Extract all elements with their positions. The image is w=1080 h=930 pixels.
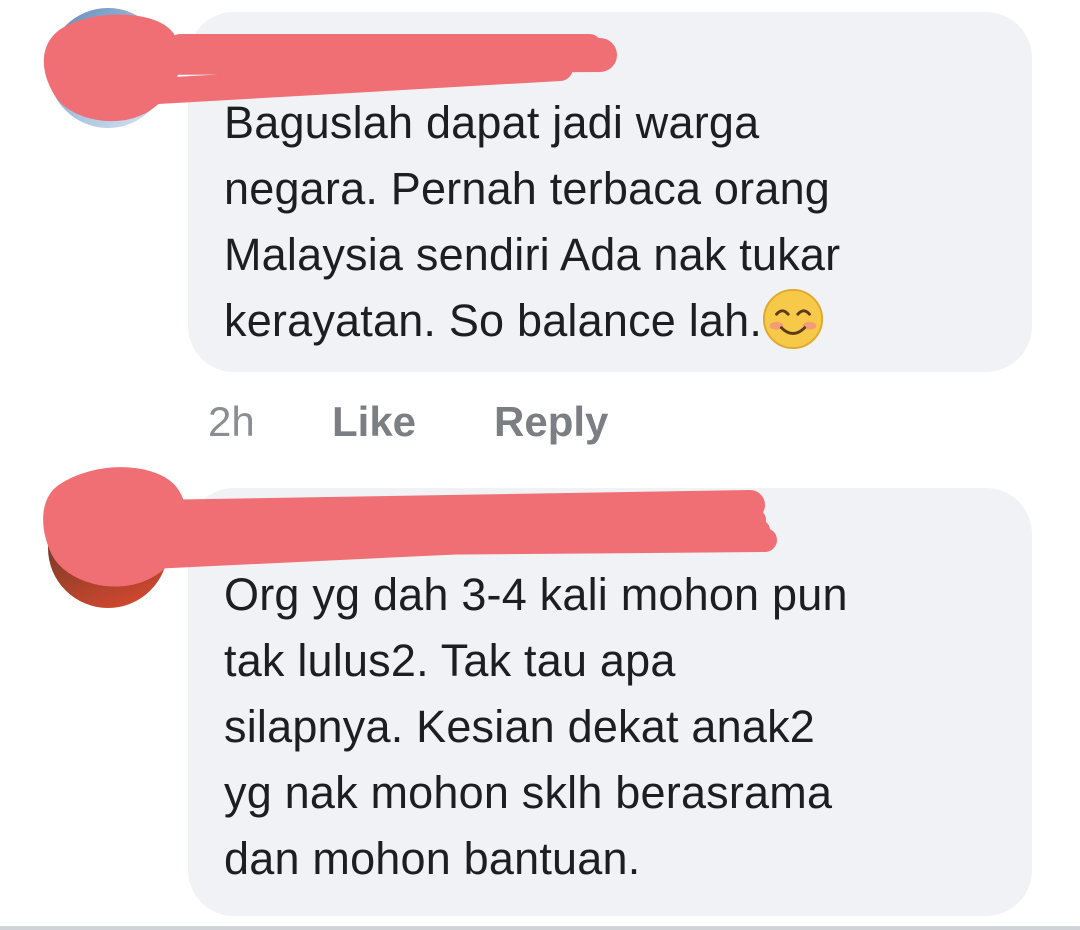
- avatar[interactable]: [48, 8, 168, 128]
- comment-bubble: Baguslah dapat jadi warga negara. Pernah…: [188, 12, 1032, 372]
- timestamp[interactable]: 2h: [208, 398, 332, 446]
- comment-bubble: Org yg dah 3-4 kali mohon pun tak lulus2…: [188, 488, 1032, 916]
- like-button[interactable]: Like: [332, 398, 494, 446]
- reply-button[interactable]: Reply: [494, 398, 608, 446]
- avatar[interactable]: [48, 488, 168, 608]
- smiling-face-icon: [763, 288, 824, 350]
- divider: [0, 926, 1080, 930]
- comment-text: Baguslah dapat jadi warga negara. Pernah…: [224, 90, 1014, 354]
- comment-body: Baguslah dapat jadi warga negara. Pernah…: [224, 97, 841, 346]
- comment-actions: 2h Like Reply: [208, 396, 608, 448]
- comment-text: Org yg dah 3-4 kali mohon pun tak lulus2…: [224, 569, 848, 884]
- comment-thread: Baguslah dapat jadi warga negara. Pernah…: [0, 0, 1080, 930]
